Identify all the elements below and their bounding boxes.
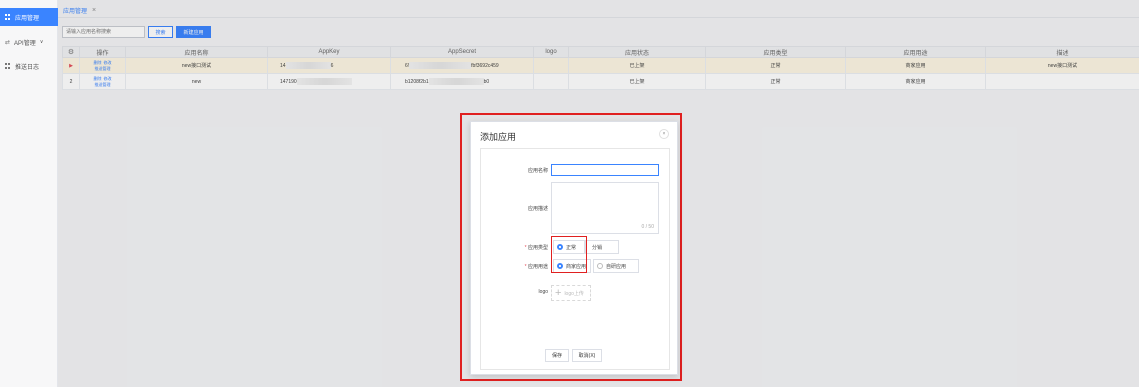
use-selfdev-radio[interactable]: 自研应用	[593, 259, 639, 273]
type-distribution-radio[interactable]: 分销	[585, 240, 619, 254]
app-use-label: * 应用用途	[524, 264, 548, 270]
sidebar-item-api-management[interactable]: ⇄ API管理 ∨	[0, 33, 58, 51]
sidebar-item-label: 应用管理	[15, 15, 40, 22]
app-name-label: 应用名称	[527, 168, 548, 174]
api-icon: ⇄	[5, 39, 11, 46]
sidebar: 应用管理 ⇄ API管理 ∨ 推送日志	[0, 0, 58, 387]
radio-unchecked-icon	[597, 263, 603, 269]
sidebar-item-push-log[interactable]: 推送日志	[0, 57, 58, 75]
logo-upload[interactable]: + logo上传	[551, 285, 591, 301]
app-desc-textarea[interactable]: 0 / 50	[551, 182, 659, 234]
app-type-label: * 应用类型	[524, 245, 548, 251]
sidebar-item-label: API管理	[14, 40, 36, 47]
close-icon[interactable]: ×	[659, 129, 669, 139]
app-name-input[interactable]	[551, 164, 659, 176]
highlight-frame	[551, 236, 587, 273]
sidebar-item-label: 推送日志	[15, 64, 40, 71]
grid-icon	[5, 14, 11, 20]
app-desc-label: 应用描述	[527, 206, 548, 212]
plus-icon: +	[555, 287, 562, 299]
chevron-down-icon: ∨	[39, 39, 44, 45]
dialog-form: 应用名称 应用描述 0 / 50 * 应用类型 正常 分销 * 应用用途 商家应…	[480, 148, 670, 370]
dialog-title: 添加应用	[480, 132, 517, 142]
add-app-dialog: 添加应用 × 应用名称 应用描述 0 / 50 * 应用类型 正常 分销 * 应…	[470, 121, 678, 375]
char-counter: 0 / 50	[641, 224, 654, 230]
cancel-button[interactable]: 取消(X)	[572, 349, 602, 362]
save-button[interactable]: 保存	[545, 349, 569, 362]
grid-icon	[5, 63, 11, 69]
sidebar-item-app-management[interactable]: 应用管理	[0, 8, 58, 26]
logo-label: logo	[538, 289, 548, 295]
